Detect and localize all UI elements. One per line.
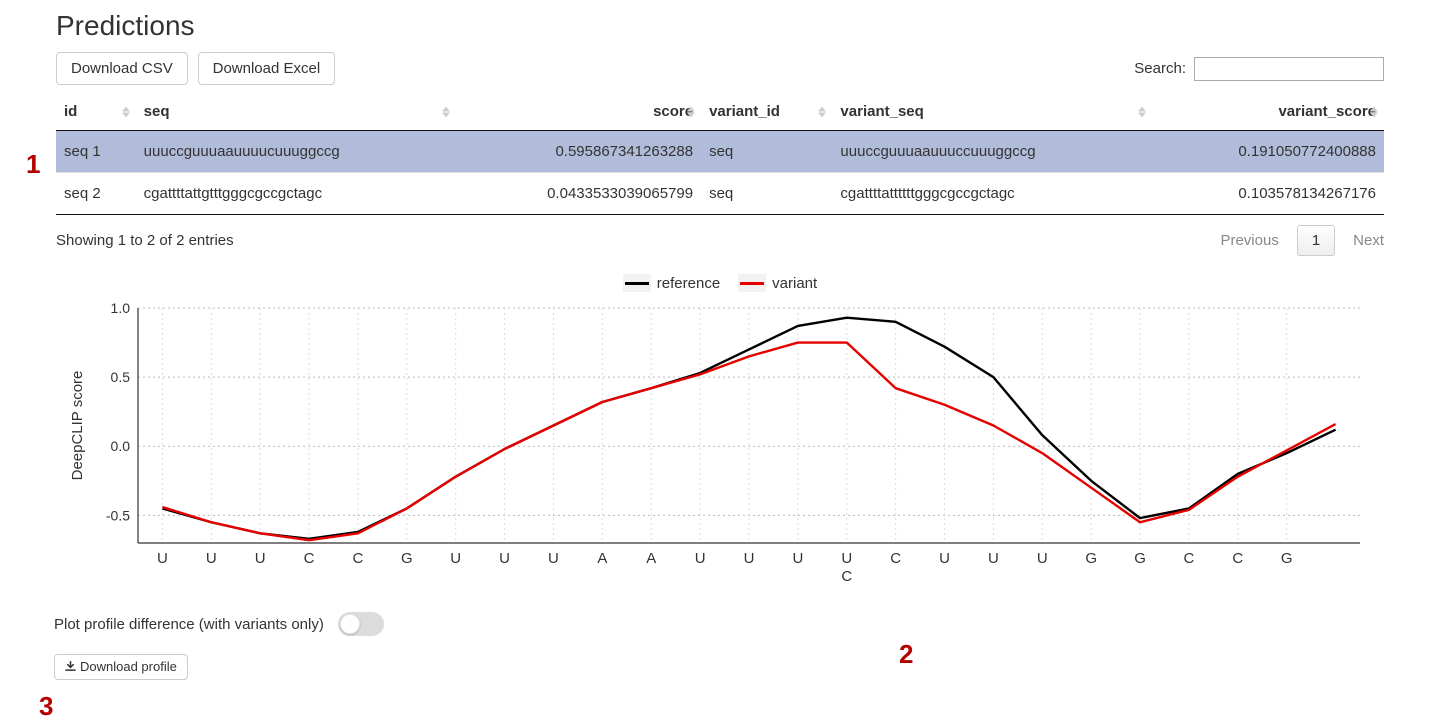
chart-area: reference variant -0.5 0.0 0.5 1.0 DeepCLIP … (56, 274, 1384, 598)
col-variant-id-label: variant_id (709, 103, 780, 120)
svg-text:G: G (1134, 550, 1146, 567)
cell-score: 0.0433533039065799 (456, 173, 701, 215)
cell-id: seq 2 (56, 173, 136, 215)
col-variant-seq[interactable]: variant_seq (832, 93, 1151, 131)
legend-item-variant[interactable]: variant (738, 274, 817, 292)
svg-text:U: U (255, 550, 266, 567)
col-seq[interactable]: seq (136, 93, 457, 131)
page-title: Predictions (56, 10, 1384, 42)
cell-seq: uuuccguuuaauuuucuuuggccg (136, 131, 457, 173)
col-variant-score-label: variant_score (1278, 103, 1376, 120)
download-profile-button[interactable]: Download profile (54, 654, 188, 680)
line-chart: -0.50.00.51.0DeepCLIP scoreUUUCCGUUUAAUU… (60, 298, 1380, 598)
toggle-label: Plot profile difference (with variants o… (54, 616, 324, 633)
svg-text:U: U (1037, 550, 1048, 567)
svg-text:U: U (157, 550, 168, 567)
chart-legend: reference variant (56, 274, 1384, 292)
pager-previous[interactable]: Previous (1220, 232, 1278, 249)
download-profile-label: Download profile (80, 659, 177, 674)
download-icon (65, 660, 76, 675)
search-area: Search: (1134, 57, 1384, 81)
sort-icon (1138, 106, 1146, 117)
predictions-table: id seq score variant_id variant_seq vari… (56, 93, 1384, 214)
svg-text:U: U (206, 550, 217, 567)
svg-text:A: A (597, 550, 607, 567)
toolbar: Download CSV Download Excel Search: (56, 52, 1384, 85)
svg-text:U: U (450, 550, 461, 567)
svg-text:C: C (353, 550, 364, 567)
svg-text:U: U (548, 550, 559, 567)
col-id-label: id (64, 103, 77, 120)
cell-id: seq 1 (56, 131, 136, 173)
toggle-row: Plot profile difference (with variants o… (54, 612, 1384, 636)
svg-text:U: U (988, 550, 999, 567)
table-row[interactable]: seq 1uuuccguuuaauuuucuuuggccg0.595867341… (56, 131, 1384, 173)
cell-variant_score: 0.103578134267176 (1152, 173, 1384, 215)
pager-next[interactable]: Next (1353, 232, 1384, 249)
col-variant-score[interactable]: variant_score (1152, 93, 1384, 131)
sort-icon (687, 106, 695, 117)
cell-variant_seq: cgattttattttttgggcgccgctagc (832, 173, 1151, 215)
svg-text:C: C (890, 550, 901, 567)
svg-text:DeepCLIP score: DeepCLIP score (69, 371, 86, 481)
sort-icon (442, 106, 450, 117)
pager-page-1[interactable]: 1 (1297, 225, 1335, 256)
svg-text:C: C (304, 550, 315, 567)
sort-icon (1370, 106, 1378, 117)
cell-variant_id: seq (701, 173, 832, 215)
svg-text:U: U (744, 550, 755, 567)
download-excel-button[interactable]: Download Excel (198, 52, 336, 85)
col-id[interactable]: id (56, 93, 136, 131)
svg-text:C: C (1183, 550, 1194, 567)
legend-item-reference[interactable]: reference (623, 274, 720, 292)
cell-score: 0.595867341263288 (456, 131, 701, 173)
svg-text:U: U (499, 550, 510, 567)
svg-text:A: A (646, 550, 656, 567)
toolbar-left: Download CSV Download Excel (56, 52, 341, 85)
download-csv-button[interactable]: Download CSV (56, 52, 188, 85)
table-info: Showing 1 to 2 of 2 entries (56, 232, 234, 249)
profile-diff-toggle[interactable] (338, 612, 384, 636)
annotation-3: 3 (39, 691, 53, 722)
svg-text:U: U (695, 550, 706, 567)
legend-swatch-red (738, 274, 766, 292)
svg-text:1.0: 1.0 (111, 300, 131, 316)
search-input[interactable] (1194, 57, 1384, 81)
svg-text:U: U (939, 550, 950, 567)
svg-text:C: C (841, 568, 852, 585)
cell-seq: cgattttattgtttgggcgccgctagc (136, 173, 457, 215)
search-label: Search: (1134, 60, 1186, 77)
svg-text:G: G (1281, 550, 1293, 567)
legend-swatch-black (623, 274, 651, 292)
col-seq-label: seq (144, 103, 170, 120)
table-row[interactable]: seq 2cgattttattgtttgggcgccgctagc0.043353… (56, 173, 1384, 215)
col-score[interactable]: score (456, 93, 701, 131)
annotation-1: 1 (26, 149, 40, 180)
svg-text:C: C (1232, 550, 1243, 567)
svg-text:U: U (841, 550, 852, 567)
table-footer: Showing 1 to 2 of 2 entries Previous 1 N… (56, 214, 1384, 256)
svg-text:0.5: 0.5 (111, 369, 131, 385)
pager: Previous 1 Next (1220, 225, 1384, 256)
cell-variant_score: 0.191050772400888 (1152, 131, 1384, 173)
svg-text:0.0: 0.0 (111, 438, 131, 454)
svg-text:G: G (1085, 550, 1097, 567)
sort-icon (122, 106, 130, 117)
col-variant-id[interactable]: variant_id (701, 93, 832, 131)
legend-label-reference: reference (657, 275, 720, 292)
svg-text:U: U (792, 550, 803, 567)
legend-label-variant: variant (772, 275, 817, 292)
svg-text:G: G (401, 550, 413, 567)
cell-variant_seq: uuuccguuuaauuuccuuuggccg (832, 131, 1151, 173)
svg-text:-0.5: -0.5 (106, 507, 130, 523)
sort-icon (818, 106, 826, 117)
cell-variant_id: seq (701, 131, 832, 173)
col-variant-seq-label: variant_seq (840, 103, 923, 120)
